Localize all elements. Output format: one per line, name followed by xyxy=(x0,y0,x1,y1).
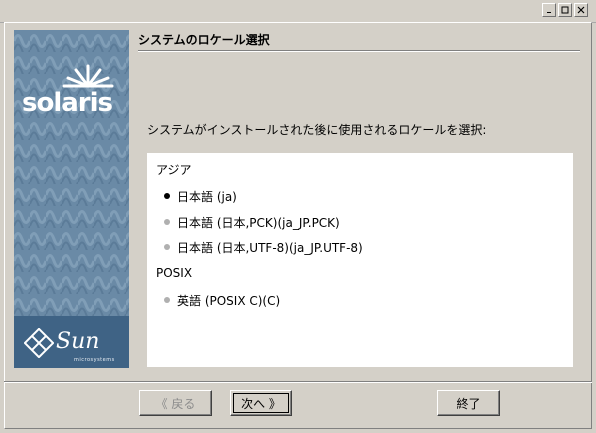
sun-logo-icon xyxy=(24,328,54,358)
locale-list[interactable]: アジア 日本語 (ja) 日本語 (日本,PCK)(ja_JP.PCK) 日本語… xyxy=(147,153,573,367)
locale-item-ja-pck[interactable]: 日本語 (日本,PCK)(ja_JP.PCK) xyxy=(164,214,340,230)
locale-item-posix-c[interactable]: 英語 (POSIX C)(C) xyxy=(164,292,280,308)
sun-logo-sub: microsystems xyxy=(74,357,115,363)
sun-rays-icon xyxy=(62,64,114,88)
radio-selected-icon xyxy=(164,193,170,199)
locale-item-ja[interactable]: 日本語 (ja) xyxy=(164,188,237,204)
radio-unselected-icon xyxy=(164,244,170,250)
next-button[interactable]: 次へ 》 xyxy=(230,390,292,416)
locale-item-label: 英語 (POSIX C)(C) xyxy=(177,293,281,308)
back-button[interactable]: 《 戻る xyxy=(139,390,212,416)
radio-unselected-icon xyxy=(164,297,170,303)
close-icon[interactable] xyxy=(574,3,588,17)
title-divider xyxy=(138,50,580,52)
button-divider xyxy=(4,381,592,383)
locale-item-label: 日本語 (日本,PCK)(ja_JP.PCK) xyxy=(177,215,340,230)
minimize-icon[interactable] xyxy=(542,3,556,17)
locale-item-label: 日本語 (ja) xyxy=(177,189,237,204)
sun-logo: Sun xyxy=(56,329,100,354)
solaris-logo: solaris xyxy=(22,88,113,118)
locale-item-label: 日本語 (日本,UTF-8)(ja_JP.UTF-8) xyxy=(177,240,363,255)
radio-unselected-icon xyxy=(164,219,170,225)
solaris-banner: solaris Sun microsystems xyxy=(14,30,129,368)
page-title: システムのロケール選択 xyxy=(138,33,270,47)
group-label-posix: POSIX xyxy=(156,266,193,280)
title-bar[interactable] xyxy=(0,0,596,23)
restore-icon[interactable] xyxy=(558,3,572,17)
locale-item-ja-utf8[interactable]: 日本語 (日本,UTF-8)(ja_JP.UTF-8) xyxy=(164,239,363,255)
group-label-asia: アジア xyxy=(156,163,192,177)
exit-button[interactable]: 終了 xyxy=(437,390,500,416)
sun-logo-area: Sun microsystems xyxy=(14,316,129,368)
locale-prompt: システムがインストールされた後に使用されるロケールを選択: xyxy=(147,123,487,137)
